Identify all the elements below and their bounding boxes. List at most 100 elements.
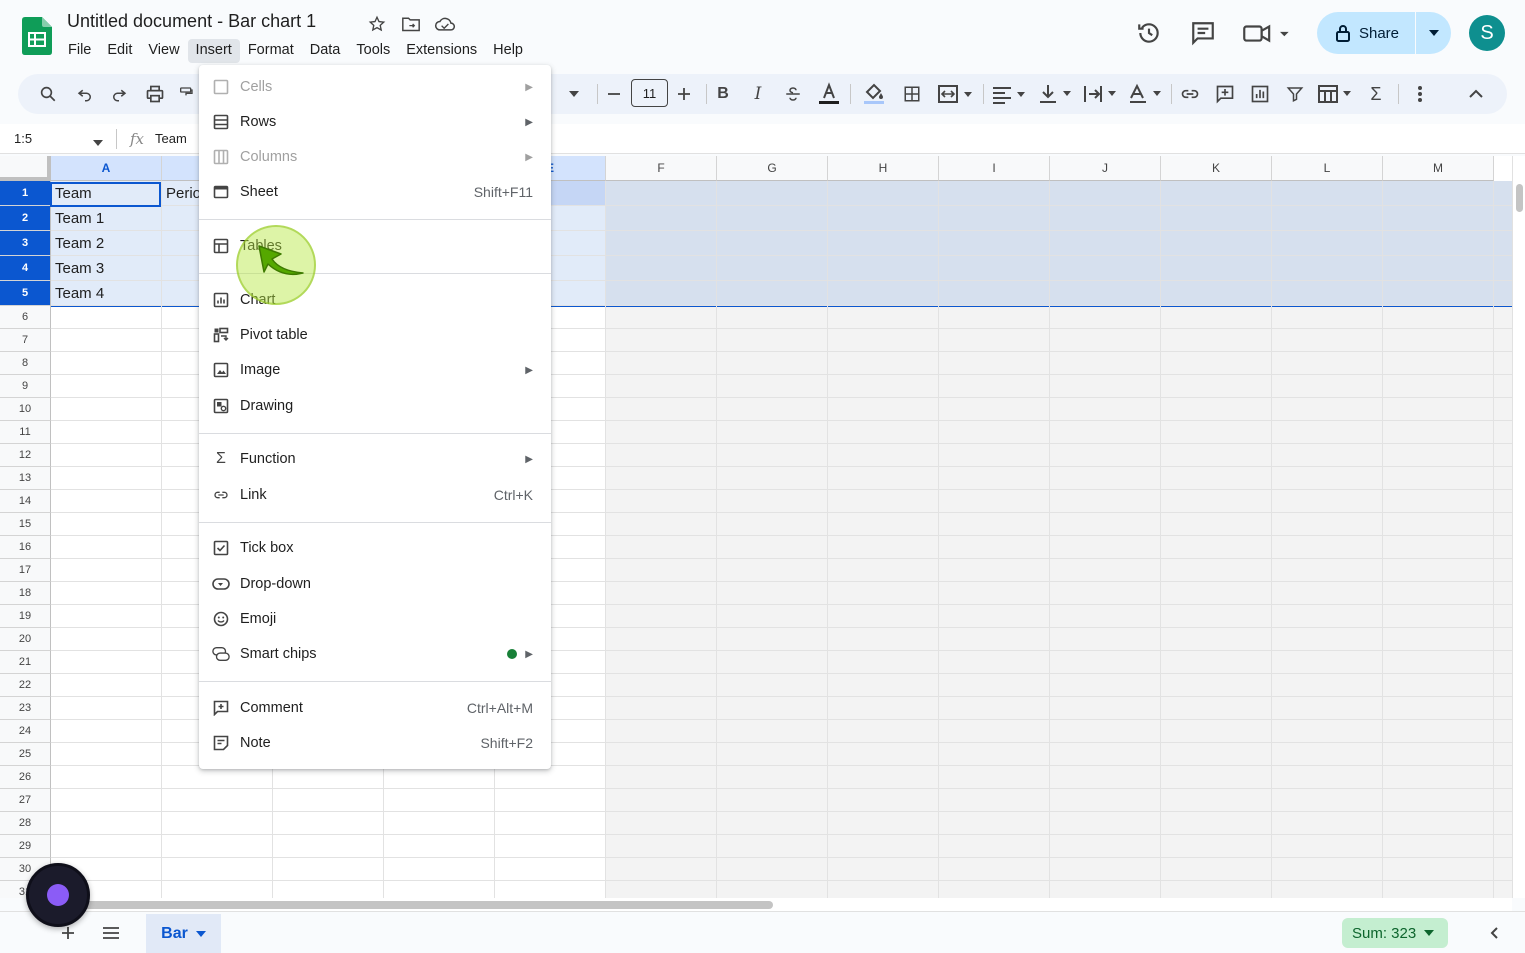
version-history-icon[interactable] — [1129, 13, 1169, 53]
fill-color-icon[interactable] — [861, 82, 887, 106]
row-header-28[interactable]: 28 — [0, 812, 51, 835]
column-header-h[interactable]: H — [828, 156, 939, 181]
font-size-input[interactable]: 11 — [631, 79, 668, 107]
row-header-19[interactable]: 19 — [0, 605, 51, 628]
row-header-18[interactable]: 18 — [0, 582, 51, 605]
menu-insert[interactable]: Insert — [187, 39, 240, 63]
font-dropdown-caret-icon[interactable] — [566, 82, 582, 106]
comments-icon[interactable] — [1183, 13, 1223, 53]
row-header-4[interactable]: 4 — [0, 256, 51, 281]
filter-icon[interactable] — [1283, 82, 1307, 106]
borders-icon[interactable] — [900, 82, 924, 106]
row-header-27[interactable]: 27 — [0, 789, 51, 812]
share-button[interactable]: Share — [1316, 12, 1451, 54]
menu-item-drawing[interactable]: Drawing — [199, 389, 551, 423]
row-header-5[interactable]: 5 — [0, 281, 51, 306]
menu-item-drop-down[interactable]: Drop-down — [199, 567, 551, 601]
share-dropdown-button[interactable] — [1415, 12, 1451, 54]
vertical-scroll-thumb[interactable] — [1516, 184, 1523, 212]
row-header-9[interactable]: 9 — [0, 375, 51, 398]
column-header-l[interactable]: L — [1272, 156, 1383, 181]
insert-link-icon[interactable] — [1178, 82, 1202, 106]
functions-icon[interactable]: Σ — [1364, 82, 1388, 106]
row-header-14[interactable]: 14 — [0, 490, 51, 513]
cell-a2[interactable]: Team 1 — [55, 210, 104, 227]
menu-item-comment[interactable]: Comment Ctrl+Alt+M — [199, 691, 551, 725]
document-title[interactable]: Untitled document - Bar chart 1 — [67, 11, 316, 32]
formula-input[interactable]: Team — [155, 131, 187, 146]
merge-cells-icon[interactable] — [936, 82, 976, 106]
column-header-a[interactable]: A — [51, 156, 162, 181]
row-header-11[interactable]: 11 — [0, 421, 51, 444]
menu-item-tick-box[interactable]: Tick box — [199, 531, 551, 565]
text-wrapping-icon[interactable] — [1081, 82, 1121, 106]
cell-a1[interactable]: Team — [55, 185, 92, 202]
menu-file[interactable]: File — [60, 39, 99, 63]
select-all-corner[interactable] — [0, 156, 51, 181]
column-header-i[interactable]: I — [939, 156, 1050, 181]
redo-icon[interactable] — [107, 82, 131, 106]
row-header-2[interactable]: 2 — [0, 206, 51, 231]
filter-views-icon[interactable] — [1316, 82, 1356, 106]
row-header-13[interactable]: 13 — [0, 467, 51, 490]
row-header-10[interactable]: 10 — [0, 398, 51, 421]
sheet-tab-bar[interactable]: Bar — [146, 914, 221, 953]
column-header-m[interactable]: M — [1383, 156, 1494, 181]
star-icon[interactable] — [365, 12, 389, 36]
insert-comment-icon[interactable] — [1213, 82, 1237, 106]
more-options-icon[interactable] — [1408, 82, 1432, 106]
undo-icon[interactable] — [73, 82, 97, 106]
sheets-logo[interactable] — [22, 17, 52, 55]
vertical-align-icon[interactable] — [1036, 82, 1076, 106]
move-folder-icon[interactable] — [399, 12, 423, 36]
italic-icon[interactable]: I — [747, 82, 769, 106]
menu-help[interactable]: Help — [485, 39, 531, 63]
menu-item-emoji[interactable]: Emoji — [199, 602, 551, 636]
menu-item-rows[interactable]: Rows ▶ — [199, 105, 551, 139]
menu-item-sheet[interactable]: Sheet Shift+F11 — [199, 175, 551, 209]
text-color-icon[interactable] — [816, 82, 842, 106]
horizontal-align-icon[interactable] — [990, 82, 1030, 106]
vertical-scrollbar[interactable] — [1512, 156, 1525, 898]
row-header-17[interactable]: 17 — [0, 559, 51, 582]
cell-a3[interactable]: Team 2 — [55, 235, 104, 252]
menu-view[interactable]: View — [140, 39, 187, 63]
user-avatar[interactable]: S — [1469, 15, 1505, 51]
row-header-21[interactable]: 21 — [0, 651, 51, 674]
column-header-f[interactable]: F — [606, 156, 717, 181]
menu-item-image[interactable]: Image ▶ — [199, 353, 551, 387]
print-icon[interactable] — [143, 82, 167, 106]
row-header-25[interactable]: 25 — [0, 743, 51, 766]
cell-b1[interactable]: Perio — [166, 185, 201, 202]
menu-item-pivot-table[interactable]: Pivot table — [199, 318, 551, 352]
row-header-24[interactable]: 24 — [0, 720, 51, 743]
decrease-font-size-icon[interactable] — [603, 82, 625, 106]
menu-extensions[interactable]: Extensions — [398, 39, 485, 63]
row-header-8[interactable]: 8 — [0, 352, 51, 375]
row-header-29[interactable]: 29 — [0, 835, 51, 858]
menu-format[interactable]: Format — [240, 39, 302, 63]
cloud-saved-icon[interactable] — [433, 12, 457, 36]
name-box-caret-icon[interactable] — [93, 133, 103, 151]
column-header-j[interactable]: J — [1050, 156, 1161, 181]
meet-video-icon[interactable] — [1237, 13, 1297, 53]
menu-item-smart-chips[interactable]: Smart chips ▶ — [199, 637, 551, 671]
paint-format-icon[interactable] — [178, 82, 194, 106]
strikethrough-icon[interactable] — [782, 82, 804, 106]
search-menus-icon[interactable] — [36, 82, 60, 106]
menu-item-link[interactable]: Link Ctrl+K — [199, 478, 551, 512]
all-sheets-icon[interactable] — [100, 922, 122, 944]
column-header-g[interactable]: G — [717, 156, 828, 181]
row-header-6[interactable]: 6 — [0, 306, 51, 329]
row-header-15[interactable]: 15 — [0, 513, 51, 536]
increase-font-size-icon[interactable] — [673, 82, 695, 106]
recorder-bubble[interactable] — [26, 863, 90, 927]
side-panel-toggle-icon[interactable] — [1483, 922, 1505, 944]
horizontal-scrollbar[interactable] — [51, 898, 1512, 911]
row-header-23[interactable]: 23 — [0, 697, 51, 720]
text-rotation-icon[interactable] — [1126, 82, 1166, 106]
insert-chart-icon[interactable] — [1248, 82, 1272, 106]
cell-a4[interactable]: Team 3 — [55, 260, 104, 277]
row-header-7[interactable]: 7 — [0, 329, 51, 352]
row-header-3[interactable]: 3 — [0, 231, 51, 256]
